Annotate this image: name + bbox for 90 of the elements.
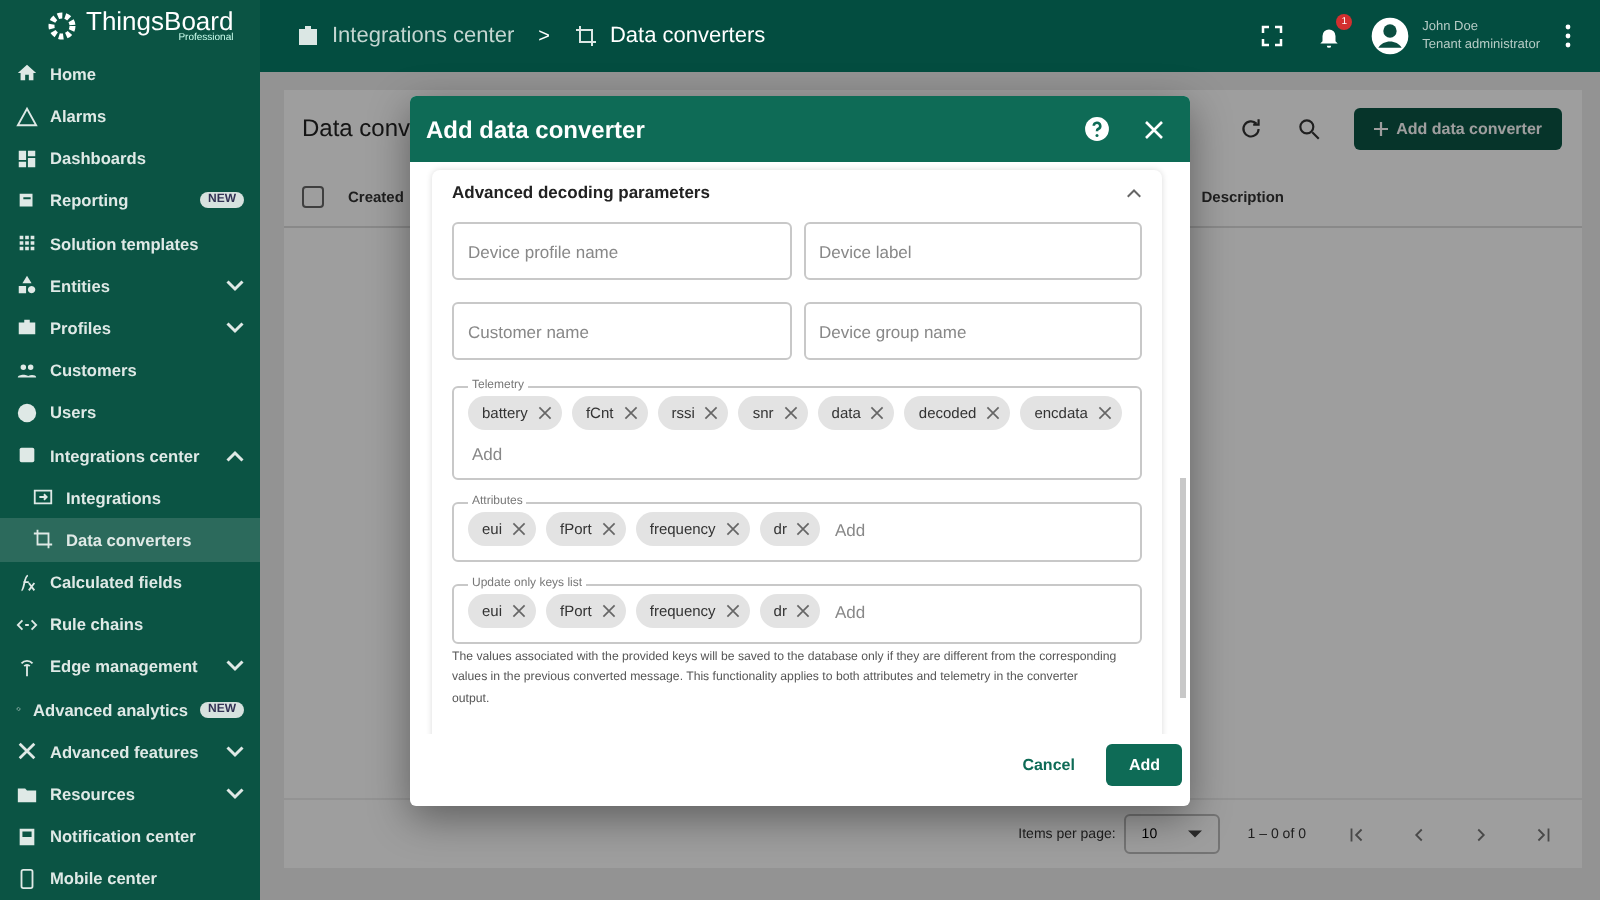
- sidebar-item[interactable]: Calculated fields: [0, 561, 260, 604]
- scrollbar-thumb[interactable]: [1180, 478, 1186, 698]
- report-icon: [16, 189, 38, 212]
- sidebar-item[interactable]: Resources: [0, 772, 260, 816]
- antenna-icon: [16, 655, 38, 678]
- remove-icon[interactable]: [601, 522, 616, 536]
- sidebar-item[interactable]: Dashboards: [0, 137, 260, 180]
- sidebar-item[interactable]: Mobile center: [0, 857, 260, 900]
- dialog-title: Add data converter: [426, 115, 645, 143]
- remove-icon[interactable]: [601, 604, 616, 618]
- remove-icon[interactable]: [796, 604, 811, 618]
- sidebar-item[interactable]: Integrations: [0, 476, 260, 519]
- sidebar-item[interactable]: Edge management: [0, 645, 260, 689]
- phone-icon: [16, 867, 38, 890]
- remove-icon[interactable]: [783, 406, 798, 420]
- chip-input-placeholder[interactable]: Add: [472, 444, 503, 464]
- box-icon: [16, 444, 38, 467]
- shapes-icon: [16, 274, 38, 297]
- chevron-up-icon: [1126, 187, 1142, 197]
- briefcase-icon: [16, 316, 38, 339]
- refresh-icon[interactable]: [1238, 115, 1265, 141]
- remove-icon[interactable]: [704, 406, 719, 420]
- sidebar-item[interactable]: Advanced features: [0, 730, 260, 773]
- chevron-down-icon: [226, 788, 244, 801]
- text-field[interactable]: Device label: [803, 222, 1142, 280]
- sidebar-item[interactable]: Home: [0, 52, 260, 95]
- sidebar-item[interactable]: Users: [0, 391, 260, 434]
- inbox-icon: [16, 825, 38, 848]
- dropdown-icon: [1187, 830, 1202, 838]
- chevron-down-icon: [226, 321, 244, 334]
- sidebar-item[interactable]: Rule chains: [0, 603, 260, 646]
- avatar-icon[interactable]: [1370, 16, 1411, 56]
- remove-icon[interactable]: [725, 604, 740, 618]
- breadcrumb-separator: >: [538, 25, 550, 47]
- last-page-icon[interactable]: [1532, 823, 1554, 845]
- breadcrumb-link[interactable]: Integrations center: [332, 24, 515, 48]
- function-icon: [16, 571, 38, 594]
- add-button[interactable]: Add: [1106, 743, 1182, 785]
- help-icon[interactable]: [1084, 116, 1110, 142]
- warning-icon: [16, 105, 38, 128]
- sidebar-item[interactable]: Solution templates: [0, 222, 260, 265]
- remove-icon[interactable]: [986, 406, 1001, 420]
- cancel-button[interactable]: Cancel: [1010, 753, 1087, 775]
- bell-icon[interactable]: [1316, 23, 1343, 49]
- remove-icon[interactable]: [725, 522, 740, 536]
- sidebar-item[interactable]: Data converters: [0, 518, 260, 561]
- remove-icon[interactable]: [796, 522, 811, 536]
- add-data-converter-button[interactable]: Add data converter: [1354, 107, 1562, 149]
- plus-icon: [1374, 121, 1389, 135]
- chevron-down-icon: [226, 279, 244, 292]
- brand-name: ThingsBoard: [86, 8, 234, 35]
- text-field[interactable]: Customer name: [452, 302, 791, 360]
- chevron-down-icon: [226, 660, 244, 673]
- fullscreen-icon[interactable]: [1260, 24, 1285, 48]
- remove-icon[interactable]: [537, 406, 552, 420]
- sidebar-item[interactable]: Notification center: [0, 815, 260, 858]
- home-icon: [16, 62, 38, 85]
- remove-icon[interactable]: [1097, 406, 1112, 420]
- close-icon[interactable]: [1142, 117, 1166, 141]
- sidebar-item[interactable]: Integrations center: [0, 433, 260, 477]
- chevron-down-icon: [226, 745, 244, 758]
- crop-icon: [573, 24, 598, 48]
- remove-icon[interactable]: [623, 406, 638, 420]
- folder-icon: [16, 783, 38, 806]
- search-icon[interactable]: [1296, 115, 1323, 141]
- sidebar-item[interactable]: Alarms: [0, 94, 260, 138]
- remove-icon[interactable]: [512, 604, 527, 618]
- input-icon: [32, 486, 54, 509]
- remove-icon[interactable]: [512, 522, 527, 536]
- integration-icon: [296, 24, 320, 48]
- remove-icon[interactable]: [870, 406, 885, 420]
- sidebar-item[interactable]: Customers: [0, 349, 260, 392]
- gear-logo-icon: [44, 8, 80, 45]
- chip-input-placeholder[interactable]: Add: [834, 519, 866, 539]
- page-title: Data conv: [302, 114, 411, 142]
- chevron-up-icon: [226, 449, 244, 462]
- breadcrumb-current: Data converters: [609, 24, 766, 48]
- select-all-checkbox[interactable]: [302, 185, 324, 207]
- sidebar-item[interactable]: Profiles: [0, 306, 260, 350]
- text-field[interactable]: Device group name: [803, 302, 1142, 360]
- list-icon: [16, 232, 38, 255]
- chip-input-placeholder[interactable]: Add: [834, 601, 866, 621]
- first-page-icon[interactable]: [1346, 823, 1368, 845]
- more-icon[interactable]: [1564, 24, 1572, 48]
- text-field[interactable]: Device profile name: [452, 222, 791, 280]
- sidebar-item[interactable]: Entities: [0, 264, 260, 307]
- crop-icon: [32, 528, 54, 551]
- section-header[interactable]: Advanced decoding parameters: [452, 170, 1142, 214]
- people-icon: [16, 359, 38, 382]
- grid-icon: [16, 147, 38, 170]
